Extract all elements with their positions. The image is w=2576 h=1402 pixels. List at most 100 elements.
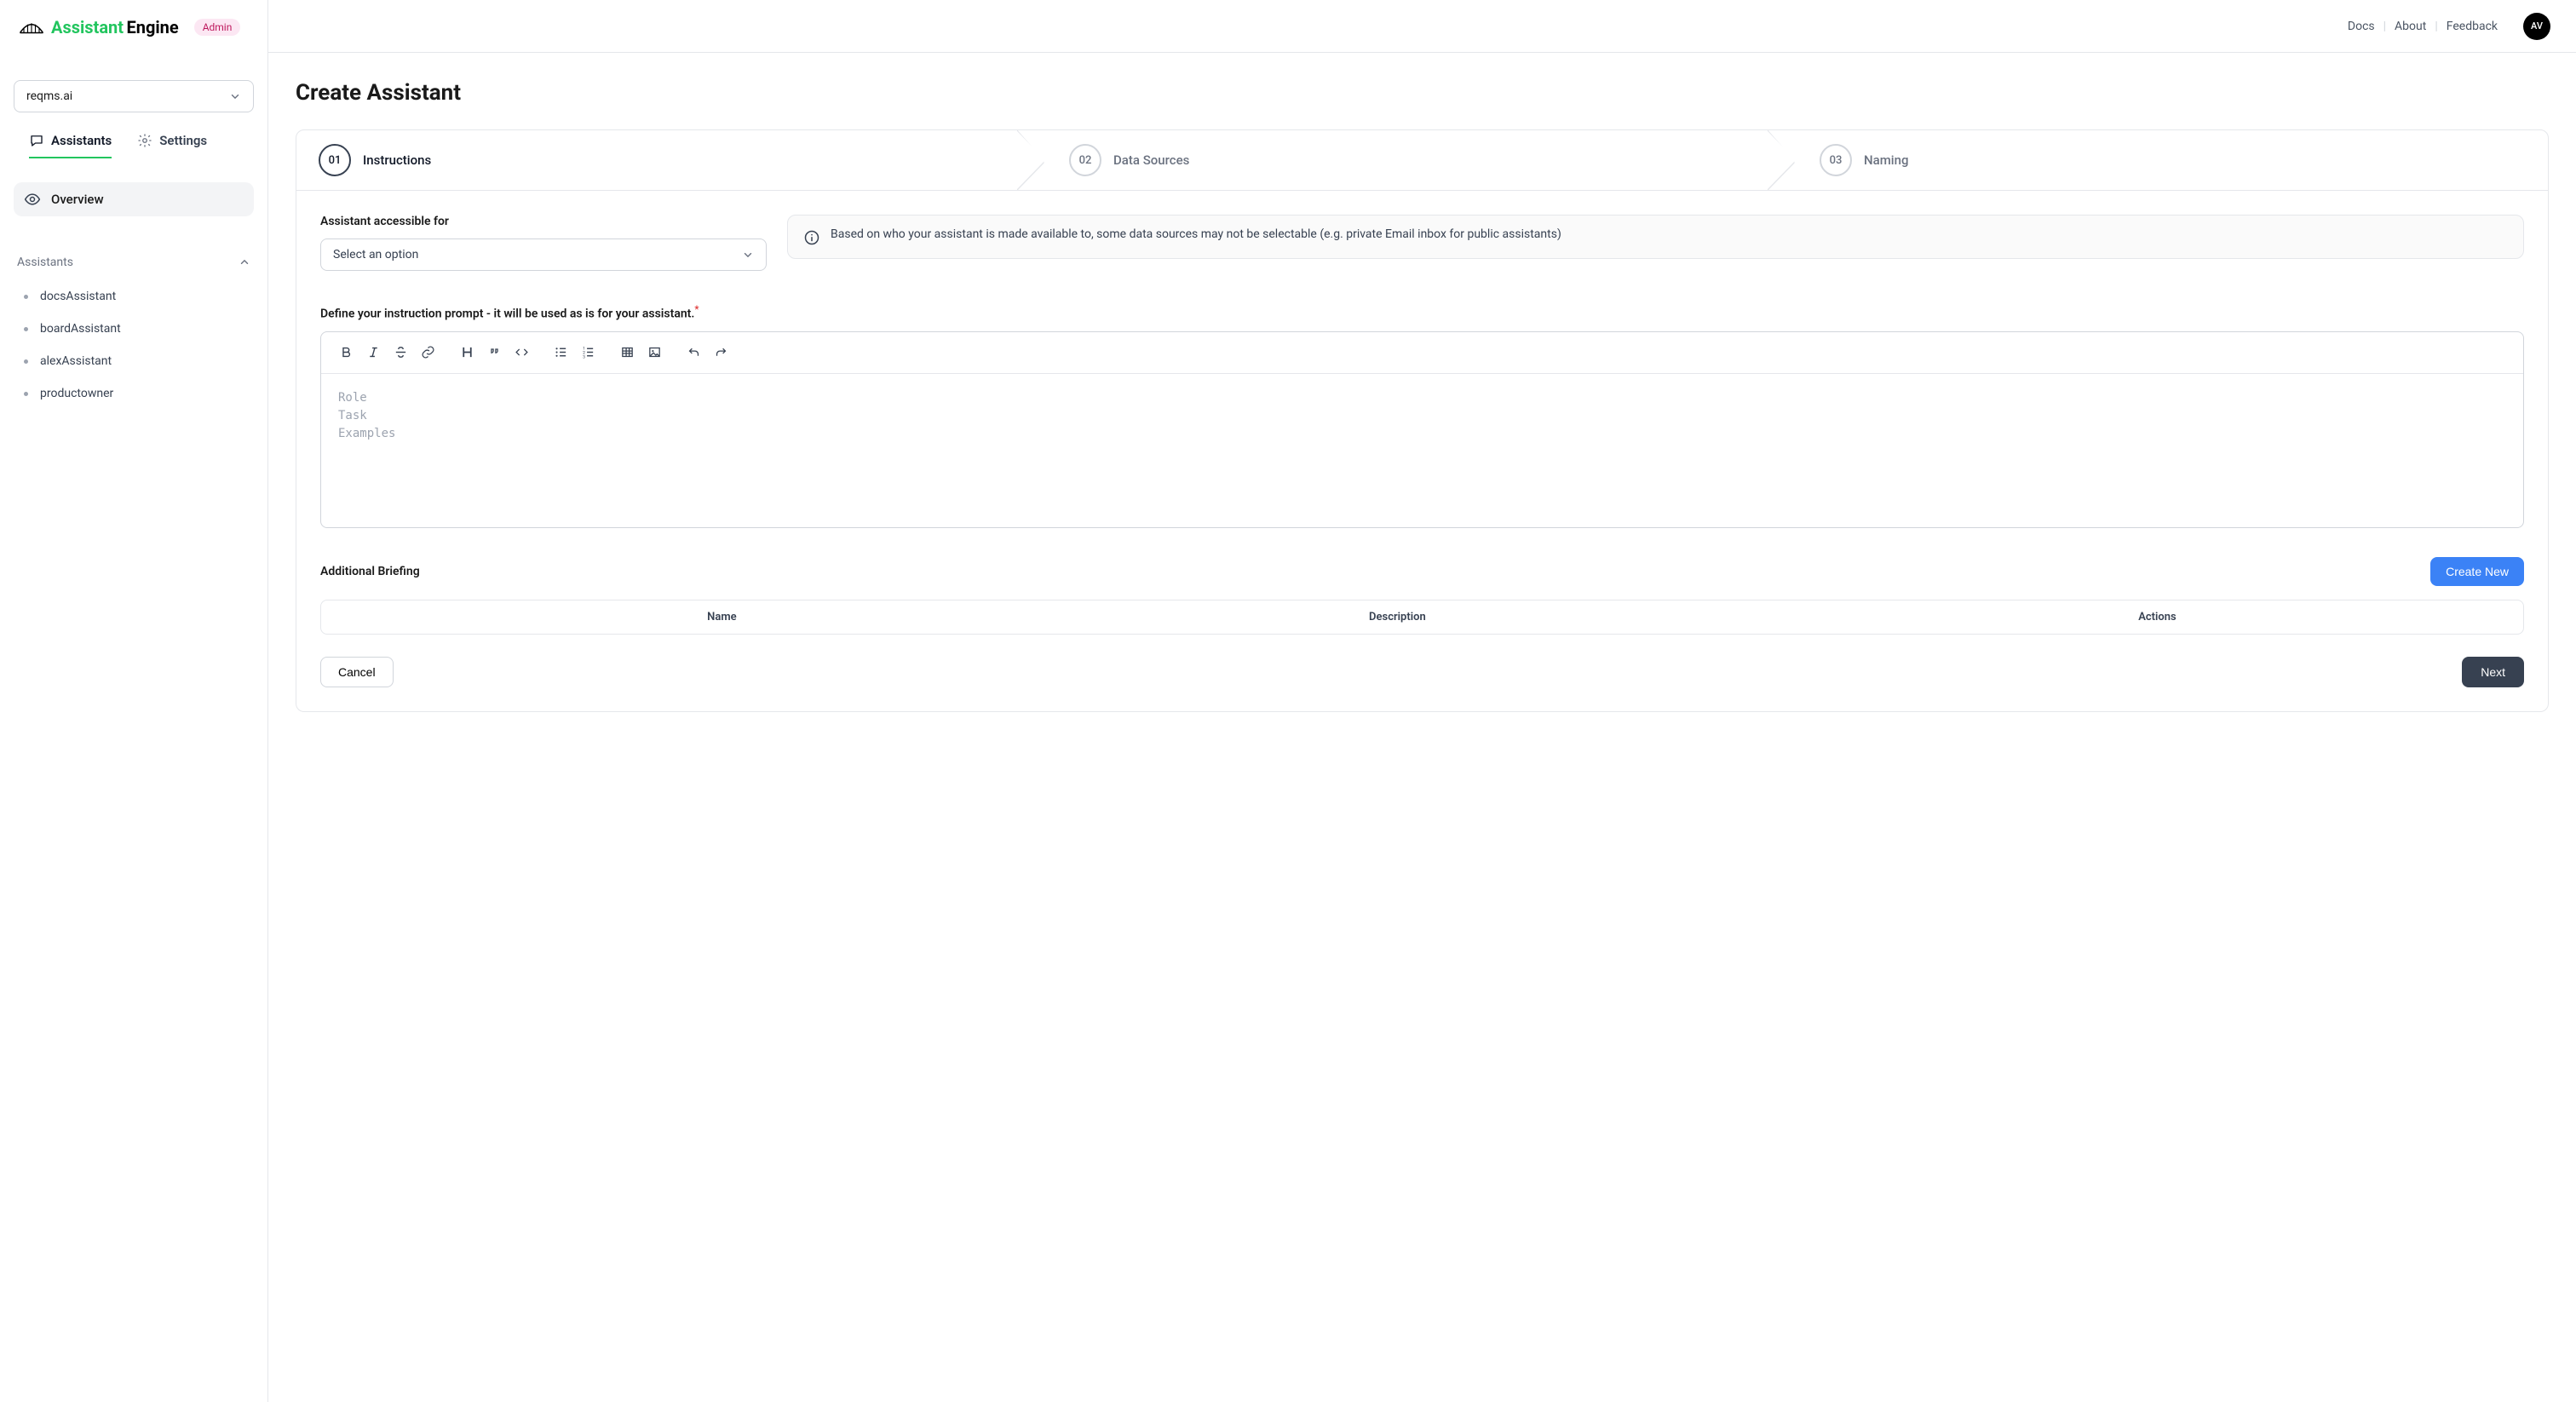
step-number: 01 bbox=[319, 144, 351, 176]
about-link[interactable]: About bbox=[2386, 20, 2435, 33]
dot-icon bbox=[24, 327, 28, 331]
eye-icon bbox=[24, 191, 41, 208]
step-arrow-icon bbox=[1768, 130, 1798, 190]
editor-body[interactable]: Role Task Examples bbox=[321, 374, 2523, 527]
editor-toolbar: 123 bbox=[321, 332, 2523, 374]
step-arrow-icon bbox=[1017, 130, 1048, 190]
heading-icon bbox=[460, 345, 474, 359]
info-text: Based on who your assistant is made avai… bbox=[831, 227, 1561, 241]
prompt-editor: 123 Role Task Examples bbox=[320, 331, 2524, 528]
bullet-list-icon bbox=[554, 345, 568, 359]
topbar-links: Docs | About | Feedback bbox=[2339, 20, 2506, 33]
chevron-down-icon bbox=[742, 249, 754, 261]
accessible-select[interactable]: Select an option bbox=[320, 238, 767, 271]
bold-icon bbox=[339, 345, 354, 359]
panel: Assistant accessible for Select an optio… bbox=[296, 191, 2549, 712]
bold-button[interactable] bbox=[333, 341, 359, 365]
gear-icon bbox=[137, 133, 152, 148]
assistants-list: docsAssistant boardAssistant alexAssista… bbox=[14, 281, 254, 409]
table-header-blank bbox=[321, 611, 440, 623]
step-instructions[interactable]: 01 Instructions bbox=[296, 130, 1047, 190]
numbered-list-button[interactable]: 123 bbox=[575, 341, 601, 365]
topbar: Docs | About | Feedback AV bbox=[268, 0, 2576, 53]
dot-icon bbox=[24, 295, 28, 299]
bridge-icon bbox=[19, 21, 44, 34]
image-button[interactable] bbox=[641, 341, 667, 365]
logo-text-part2: Engine bbox=[126, 17, 178, 37]
stepper: 01 Instructions 02 Data Sources 03 Namin… bbox=[296, 129, 2549, 191]
chat-icon bbox=[29, 133, 44, 148]
bullet-list-button[interactable] bbox=[548, 341, 573, 365]
next-button[interactable]: Next bbox=[2462, 657, 2524, 687]
assistants-section-label: Assistants bbox=[17, 256, 73, 269]
table-header: Name Description Actions bbox=[321, 600, 2523, 634]
briefing-table: Name Description Actions bbox=[320, 600, 2524, 635]
dot-icon bbox=[24, 359, 28, 364]
content: Create Assistant 01 Instructions 02 Data… bbox=[268, 53, 2576, 739]
feedback-link[interactable]: Feedback bbox=[2438, 20, 2506, 33]
list-item-label: boardAssistant bbox=[40, 322, 121, 336]
tab-settings[interactable]: Settings bbox=[137, 133, 207, 158]
assistants-section-header[interactable]: Assistants bbox=[14, 250, 254, 274]
sidebar-item-overview-label: Overview bbox=[51, 192, 104, 207]
list-item[interactable]: docsAssistant bbox=[14, 281, 254, 312]
main: Docs | About | Feedback AV Create Assist… bbox=[268, 0, 2576, 1402]
code-button[interactable] bbox=[509, 341, 534, 365]
list-item-label: alexAssistant bbox=[40, 354, 112, 368]
prompt-label: Define your instruction prompt - it will… bbox=[320, 303, 2524, 321]
accessible-label: Assistant accessible for bbox=[320, 215, 767, 228]
logo-text: Assistant Engine bbox=[51, 17, 179, 37]
table-button[interactable] bbox=[614, 341, 640, 365]
table-icon bbox=[620, 345, 635, 359]
list-item-label: productowner bbox=[40, 387, 113, 400]
redo-icon bbox=[714, 345, 728, 359]
required-indicator: * bbox=[694, 303, 699, 315]
redo-button[interactable] bbox=[708, 341, 733, 365]
list-item[interactable]: productowner bbox=[14, 378, 254, 409]
list-item[interactable]: boardAssistant bbox=[14, 313, 254, 344]
step-data-sources[interactable]: 02 Data Sources bbox=[1047, 130, 1797, 190]
italic-button[interactable] bbox=[360, 341, 386, 365]
create-new-button[interactable]: Create New bbox=[2430, 557, 2524, 586]
step-number: 03 bbox=[1820, 144, 1852, 176]
org-selector-value: reqms.ai bbox=[26, 89, 72, 103]
page-title: Create Assistant bbox=[296, 80, 2549, 106]
sidebar: Assistant Engine Admin reqms.ai Assistan… bbox=[0, 0, 268, 1402]
chevron-down-icon bbox=[229, 90, 241, 102]
quote-button[interactable] bbox=[481, 341, 507, 365]
logo: Assistant Engine Admin bbox=[14, 14, 254, 46]
chevron-up-icon bbox=[239, 256, 250, 268]
strikethrough-button[interactable] bbox=[388, 341, 413, 365]
italic-icon bbox=[366, 345, 381, 359]
strikethrough-icon bbox=[394, 345, 408, 359]
prompt-label-text: Define your instruction prompt - it will… bbox=[320, 307, 694, 321]
code-icon bbox=[515, 345, 529, 359]
image-icon bbox=[647, 345, 662, 359]
tab-assistants[interactable]: Assistants bbox=[29, 133, 112, 158]
org-selector[interactable]: reqms.ai bbox=[14, 80, 254, 112]
table-header-actions: Actions bbox=[1791, 611, 2523, 623]
footer-buttons: Cancel Next bbox=[320, 657, 2524, 687]
accessible-select-placeholder: Select an option bbox=[333, 248, 418, 261]
docs-link[interactable]: Docs bbox=[2339, 20, 2383, 33]
info-box: Based on who your assistant is made avai… bbox=[787, 215, 2524, 259]
heading-button[interactable] bbox=[454, 341, 480, 365]
tab-settings-label: Settings bbox=[159, 133, 207, 148]
logo-text-part1: Assistant bbox=[51, 17, 124, 37]
step-number: 02 bbox=[1069, 144, 1101, 176]
tab-assistants-label: Assistants bbox=[51, 133, 112, 148]
undo-icon bbox=[687, 345, 701, 359]
link-button[interactable] bbox=[415, 341, 440, 365]
sidebar-tabs: Assistants Settings bbox=[14, 133, 254, 158]
cancel-button[interactable]: Cancel bbox=[320, 657, 394, 687]
sidebar-item-overview[interactable]: Overview bbox=[14, 182, 254, 216]
list-item[interactable]: alexAssistant bbox=[14, 346, 254, 376]
svg-text:3: 3 bbox=[583, 355, 585, 359]
list-item-label: docsAssistant bbox=[40, 290, 116, 303]
avatar[interactable]: AV bbox=[2523, 13, 2550, 40]
dot-icon bbox=[24, 392, 28, 396]
quote-icon bbox=[487, 345, 502, 359]
accessibility-row: Assistant accessible for Select an optio… bbox=[320, 215, 2524, 271]
undo-button[interactable] bbox=[681, 341, 706, 365]
step-naming[interactable]: 03 Naming bbox=[1797, 130, 2548, 190]
